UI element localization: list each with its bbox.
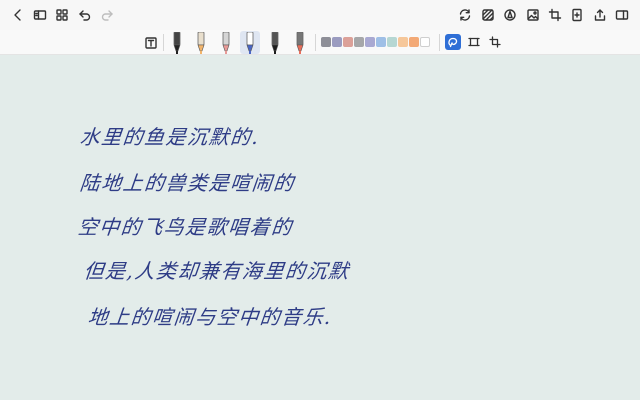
handwriting-line-2: 陆地上的兽类是喧闹的 — [78, 171, 297, 195]
ballpoint-pen-icon[interactable] — [240, 31, 260, 54]
crop-select-button[interactable] — [487, 34, 503, 50]
fountain-pen-icon[interactable] — [167, 31, 187, 54]
color-swatch[interactable] — [420, 37, 430, 47]
eraser-icon[interactable] — [216, 31, 236, 54]
text-tool-icon[interactable] — [141, 33, 161, 53]
note-canvas[interactable]: 水里的鱼是沉默的. 陆地上的兽类是喧闹的 空中的飞鸟是歌唱着的 但是,人类却兼有… — [0, 55, 640, 400]
rect-select-button[interactable] — [466, 34, 482, 50]
divider — [315, 34, 316, 51]
undo-icon[interactable] — [75, 5, 95, 25]
back-icon[interactable] — [8, 5, 28, 25]
sidebar-icon[interactable] — [30, 5, 50, 25]
marker-pen-icon[interactable] — [265, 31, 285, 54]
pattern-icon[interactable] — [478, 5, 498, 25]
color-swatch[interactable] — [354, 37, 364, 47]
highlighter-icon[interactable] — [191, 31, 211, 54]
handwriting-line-1: 水里的鱼是沉默的. — [78, 125, 261, 149]
color-swatch[interactable] — [321, 37, 331, 47]
color-swatch[interactable] — [332, 37, 342, 47]
color-swatch[interactable] — [376, 37, 386, 47]
image-icon[interactable] — [523, 5, 543, 25]
divider — [439, 34, 440, 51]
grid-icon[interactable] — [52, 5, 72, 25]
handwriting-line-4: 但是,人类却兼有海里的沉默 — [82, 259, 351, 283]
redo-icon[interactable] — [97, 5, 117, 25]
pencil-icon[interactable] — [290, 31, 310, 54]
lasso-select-button[interactable] — [445, 34, 461, 50]
divider — [163, 34, 164, 51]
color-swatch[interactable] — [409, 37, 419, 47]
pen-circle-icon[interactable] — [500, 5, 520, 25]
color-swatch[interactable] — [398, 37, 408, 47]
layout-icon[interactable] — [612, 5, 632, 25]
share-icon[interactable] — [590, 5, 610, 25]
crop-icon[interactable] — [545, 5, 565, 25]
handwriting-line-3: 空中的飞鸟是歌唱着的 — [76, 215, 295, 239]
color-swatch[interactable] — [387, 37, 397, 47]
add-page-icon[interactable] — [567, 5, 587, 25]
color-swatch[interactable] — [343, 37, 353, 47]
drawing-toolbar — [0, 30, 640, 55]
handwriting-line-5: 地上的喧闹与空中的音乐. — [86, 305, 334, 329]
sync-icon[interactable] — [455, 5, 475, 25]
color-swatch[interactable] — [365, 37, 375, 47]
top-toolbar — [0, 0, 640, 30]
